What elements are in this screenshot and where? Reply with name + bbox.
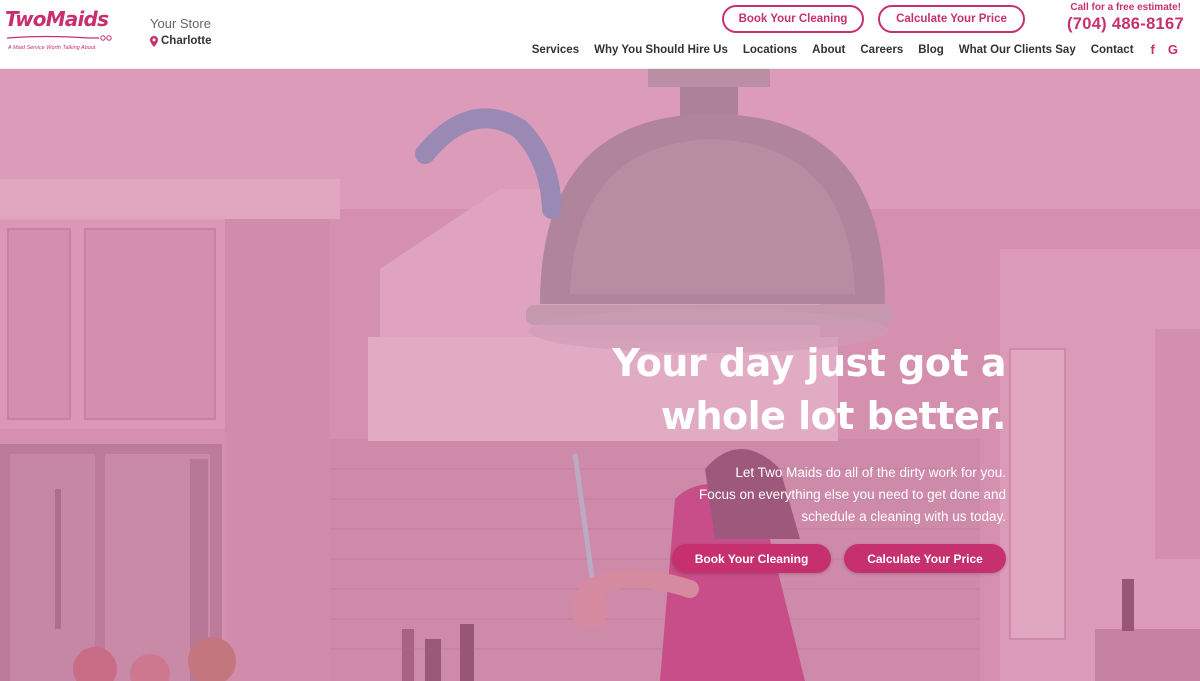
store-label: Your Store <box>150 16 211 31</box>
logo-swoosh-icon <box>6 35 112 41</box>
logo-text: TwoMaids <box>5 7 109 31</box>
calculate-price-button-header[interactable]: Calculate Your Price <box>878 5 1025 33</box>
hero-title-line-1: Your day just got a <box>612 341 1006 385</box>
calculate-price-button[interactable]: Calculate Your Price <box>844 544 1006 573</box>
hero-title-line-2: whole lot better. <box>660 394 1007 438</box>
nav-item-careers[interactable]: Careers <box>860 44 903 56</box>
hero-subtitle-line-3: schedule a cleaning with us today. <box>801 509 1006 524</box>
hero-buttons: Book Your Cleaning Calculate Your Price <box>536 544 1006 573</box>
nav-item-blog[interactable]: Blog <box>918 44 944 56</box>
nav-item-services[interactable]: Services <box>532 44 579 56</box>
nav-item-about[interactable]: About <box>812 44 845 56</box>
map-pin-icon <box>150 35 158 47</box>
two-maids-logo[interactable]: TwoMaids A Maid Service Worth Talking Ab… <box>5 7 117 55</box>
nav-item-contact[interactable]: Contact <box>1091 44 1134 56</box>
hero-subtitle-line-1: Let Two Maids do all of the dirty work f… <box>735 465 1006 480</box>
nav-item-locations[interactable]: Locations <box>743 44 797 56</box>
hero-title: Your day just got a whole lot better. <box>536 337 1006 443</box>
hero-section: Your day just got a whole lot better. Le… <box>0 69 1200 681</box>
store-selector[interactable]: Your Store Charlotte <box>150 16 211 47</box>
hero-subtitle: Let Two Maids do all of the dirty work f… <box>536 462 1006 528</box>
hero-content: Your day just got a whole lot better. Le… <box>536 337 1007 573</box>
nav-item-clients-say[interactable]: What Our Clients Say <box>959 44 1076 56</box>
phone-number-link[interactable]: (704) 486-8167 <box>1067 15 1184 34</box>
google-icon[interactable]: G <box>1168 42 1178 57</box>
store-city-name: Charlotte <box>161 35 212 47</box>
facebook-icon[interactable]: f <box>1151 42 1155 57</box>
store-city: Charlotte <box>150 35 211 47</box>
site-header: TwoMaids A Maid Service Worth Talking Ab… <box>0 0 1200 69</box>
nav-item-why-hire-us[interactable]: Why You Should Hire Us <box>594 44 728 56</box>
social-links: f G <box>1151 42 1178 57</box>
book-cleaning-button[interactable]: Book Your Cleaning <box>672 544 831 573</box>
hero-subtitle-line-2: Focus on everything else you need to get… <box>699 487 1006 502</box>
main-nav: Services Why You Should Hire Us Location… <box>532 42 1178 57</box>
free-estimate-label: Call for a free estimate! <box>1070 2 1181 13</box>
logo-tagline: A Maid Service Worth Talking About <box>8 45 96 51</box>
book-cleaning-button-header[interactable]: Book Your Cleaning <box>722 5 864 33</box>
